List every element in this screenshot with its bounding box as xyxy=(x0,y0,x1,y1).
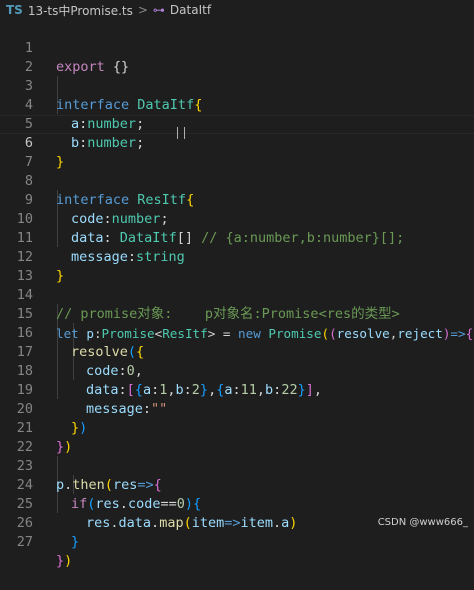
code-line[interactable]: 18 data:[{a:1,b:2},{a:11,b:22}], xyxy=(0,343,474,398)
code-line[interactable]: 12 } xyxy=(0,229,474,284)
breadcrumb-chevron-icon: > xyxy=(137,3,148,17)
interface-symbol-icon: ⊶ xyxy=(152,3,165,17)
code-line[interactable]: 14 // promise对象: p对象名:Promise<res的类型> xyxy=(0,267,474,322)
code-line[interactable]: 6 } xyxy=(0,115,474,170)
watermark: CSDN @www666_ xyxy=(377,517,468,528)
code-line[interactable]: 10 data: DataItf[] // {a:number,b:number… xyxy=(0,191,474,246)
code-line[interactable]: 3 interface DataItf{ xyxy=(0,58,474,113)
code-line[interactable]: 8 interface ResItf{ xyxy=(0,153,474,208)
code-line[interactable]: 16 resolve({ xyxy=(0,305,474,360)
typescript-file-icon: TS xyxy=(6,3,23,17)
code-line[interactable]: 7 xyxy=(0,134,474,170)
code-line[interactable]: 13 xyxy=(0,248,474,284)
code-line[interactable]: 25 res.data.map(item=>item.a) xyxy=(0,476,474,531)
breadcrumb-file[interactable]: 13-ts中Promise.ts xyxy=(28,2,133,19)
code-line[interactable]: 15 let p:Promise<ResItf> = new Promise((… xyxy=(0,286,474,341)
breadcrumb: TS 13-ts中Promise.ts > ⊶ DataItf xyxy=(0,0,474,20)
code-line[interactable]: 11 message:string xyxy=(0,210,474,265)
code-line[interactable]: 24 if(res.code==0){ xyxy=(0,457,474,512)
code-line[interactable]: 26 } xyxy=(0,495,474,550)
code-line[interactable]: 9 code:number; xyxy=(0,172,474,227)
code-line[interactable]: 5 b:number; xyxy=(0,96,474,151)
code-line[interactable]: 19 message:"" xyxy=(0,362,474,417)
code-line[interactable]: 23 p.then(res=>{ xyxy=(0,438,474,493)
code-line[interactable]: 17 code:0, xyxy=(0,324,474,379)
code-line[interactable]: 22 xyxy=(0,419,474,455)
code-text: }) xyxy=(56,553,73,569)
code-line[interactable]: 1 export {} xyxy=(0,20,474,75)
code-editor[interactable]: 1 export {} 2 3 interface DataItf{ 4 a:n… xyxy=(0,20,474,569)
code-line[interactable]: 21 }) xyxy=(0,400,474,455)
code-line[interactable]: 20 }) xyxy=(0,381,474,436)
line-number: 27 xyxy=(16,534,33,550)
breadcrumb-symbol[interactable]: DataItf xyxy=(170,3,211,17)
code-line[interactable]: 2 xyxy=(0,39,474,75)
code-text: } xyxy=(71,534,80,550)
code-line[interactable]: 4 a:number; xyxy=(0,77,474,132)
